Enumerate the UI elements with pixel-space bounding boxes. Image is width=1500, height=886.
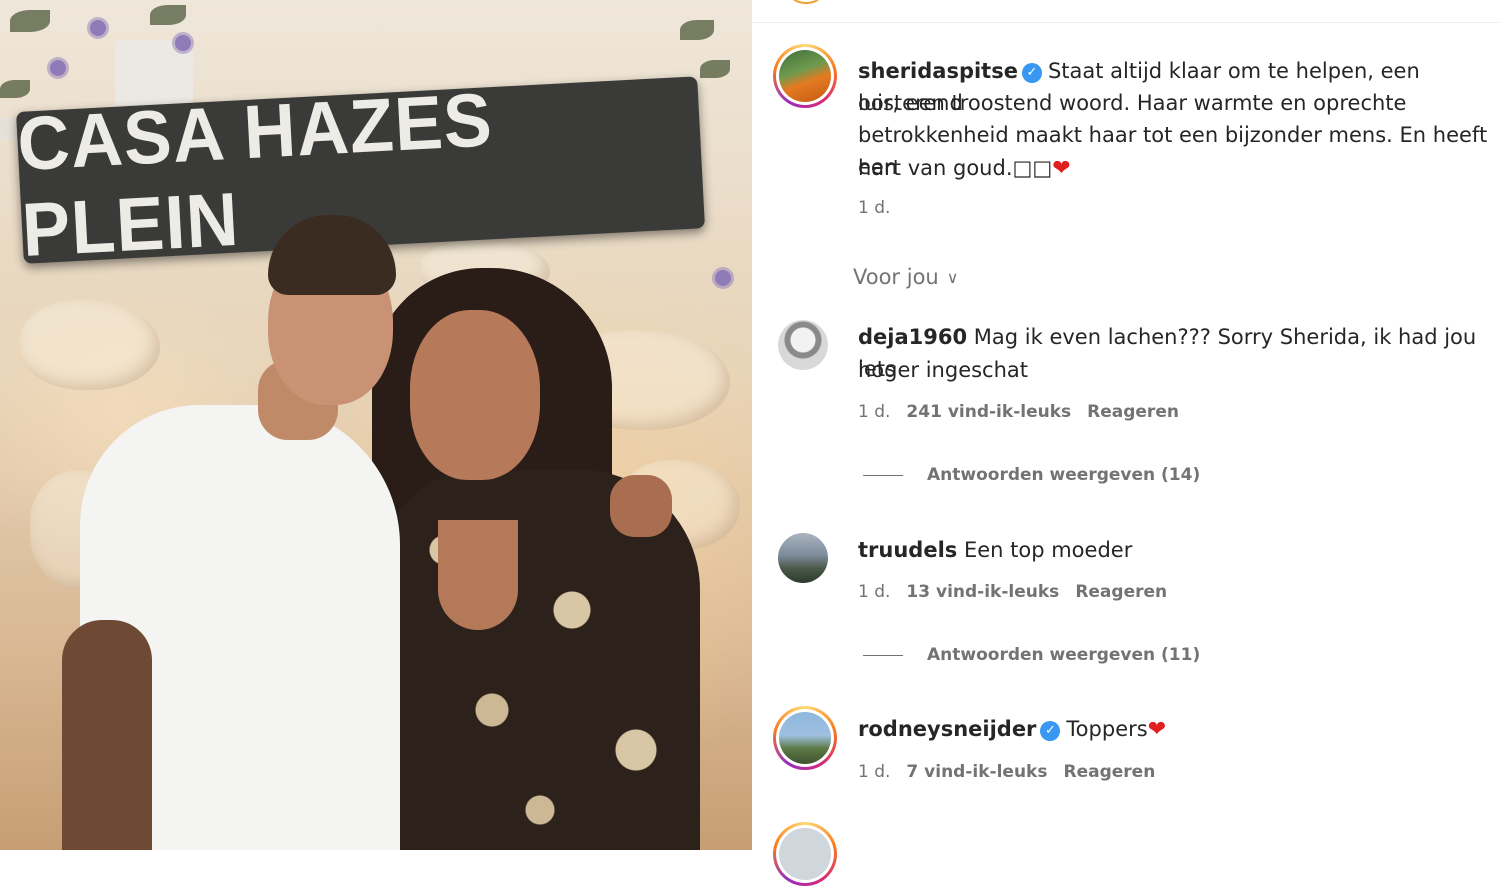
comment-username[interactable]: truudels [858, 538, 957, 562]
comment-meta: 1 d. 241 vind-ik-leuks Reageren [858, 402, 1195, 422]
comment-meta: 1 d. 7 vind-ik-leuks Reageren [858, 762, 1171, 782]
comment-likes[interactable]: 13 vind-ik-leuks [906, 582, 1059, 602]
caption-text: hart van goud.□□ [858, 156, 1053, 180]
person-right-neckline [438, 520, 518, 630]
comment-avatar-truudels[interactable] [778, 533, 828, 583]
verified-badge-icon: ✓ [1021, 63, 1042, 83]
comment-filter-label: Voor jou [853, 265, 939, 289]
comment-filter-dropdown[interactable]: Voor jou ∨ [853, 265, 958, 289]
plant-leaf [680, 20, 714, 40]
flower [90, 20, 106, 36]
reply-button[interactable]: Reageren [1063, 762, 1155, 782]
caption-avatar[interactable] [773, 44, 837, 108]
comment-text: Een top moeder [963, 538, 1133, 562]
comment-line: truudels Een top moeder [858, 534, 1132, 566]
previous-avatar-edge [785, 0, 827, 4]
verified-badge-icon: ✓ [1040, 721, 1061, 741]
view-replies-button[interactable]: Antwoorden weergeven (14) [863, 465, 1200, 485]
view-replies-label: Antwoorden weergeven (14) [927, 465, 1201, 485]
reply-button[interactable]: Reageren [1087, 402, 1179, 422]
flower [715, 270, 731, 286]
comment-avatar-rodneysneijder[interactable] [773, 706, 837, 770]
comment-meta: 1 d. 13 vind-ik-leuks Reageren [858, 582, 1183, 602]
caption-meta: 1 d. [858, 198, 906, 218]
caption-username[interactable]: sheridaspitse [858, 59, 1018, 83]
comment-timestamp[interactable]: 1 d. [858, 762, 890, 782]
comment-likes[interactable]: 7 vind-ik-leuks [906, 762, 1047, 782]
chevron-down-icon: ∨ [946, 267, 959, 287]
comment-timestamp[interactable]: 1 d. [858, 402, 890, 422]
person-left-tattooed-arm [62, 620, 152, 850]
caption-line-2: oor, een troostend woord. Haar warmte en… [858, 91, 1407, 115]
heart-emoji-icon: ❤ [1052, 156, 1071, 181]
comment-line: hoger ingeschat [858, 358, 1029, 382]
view-replies-button[interactable]: Antwoorden weergeven (11) [863, 645, 1200, 665]
caption-line-4: hart van goud.□□❤ [858, 152, 1071, 185]
comment-text: Toppers [1066, 717, 1148, 741]
plant-leaf [700, 60, 730, 78]
plant-leaf [0, 80, 30, 98]
caption-timestamp[interactable]: 1 d. [858, 198, 890, 218]
person-right-face [410, 310, 540, 480]
comment-timestamp[interactable]: 1 d. [858, 582, 890, 602]
comment-avatar-deja1960[interactable] [778, 320, 828, 370]
plant-leaf [10, 10, 50, 32]
reply-button[interactable]: Reageren [1075, 582, 1167, 602]
replies-dash [863, 474, 903, 476]
person-right-hand [610, 475, 672, 537]
panel-divider [752, 22, 1500, 23]
flower [175, 35, 191, 51]
view-replies-label: Antwoorden weergeven (11) [927, 645, 1201, 665]
plant-leaf [150, 5, 186, 25]
comment-avatar-next[interactable] [773, 822, 837, 886]
wall-stone [20, 300, 160, 390]
comment-likes[interactable]: 241 vind-ik-leuks [906, 402, 1071, 422]
heart-emoji-icon: ❤ [1147, 717, 1167, 742]
post-photo[interactable]: CASA HAZES PLEIN [0, 0, 752, 850]
comment-username[interactable]: deja1960 [858, 325, 967, 349]
flower [50, 60, 66, 76]
comment-line: rodneysneijder ✓ Toppers❤ [858, 713, 1166, 746]
comment-username[interactable]: rodneysneijder [858, 717, 1036, 741]
replies-dash [863, 654, 903, 656]
